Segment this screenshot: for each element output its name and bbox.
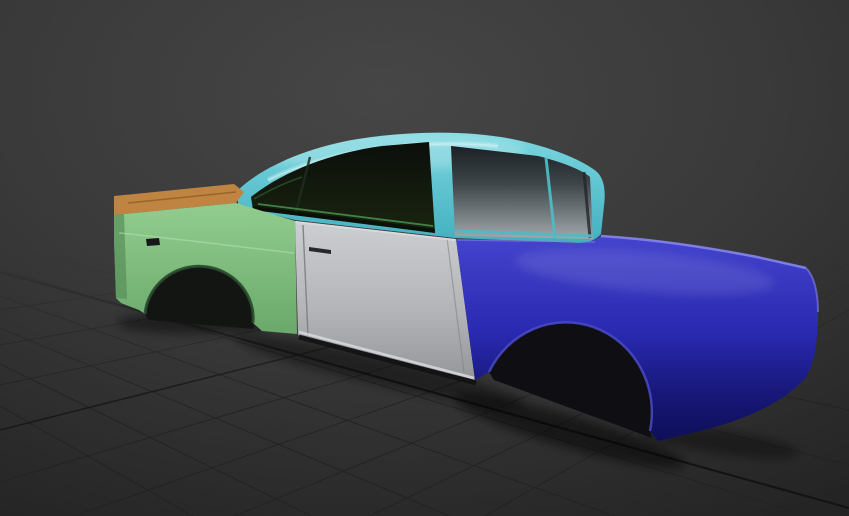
viewport[interactable] — [0, 0, 849, 516]
side-marker-light[interactable] — [146, 238, 160, 246]
viewport-canvas[interactable] — [0, 0, 849, 516]
